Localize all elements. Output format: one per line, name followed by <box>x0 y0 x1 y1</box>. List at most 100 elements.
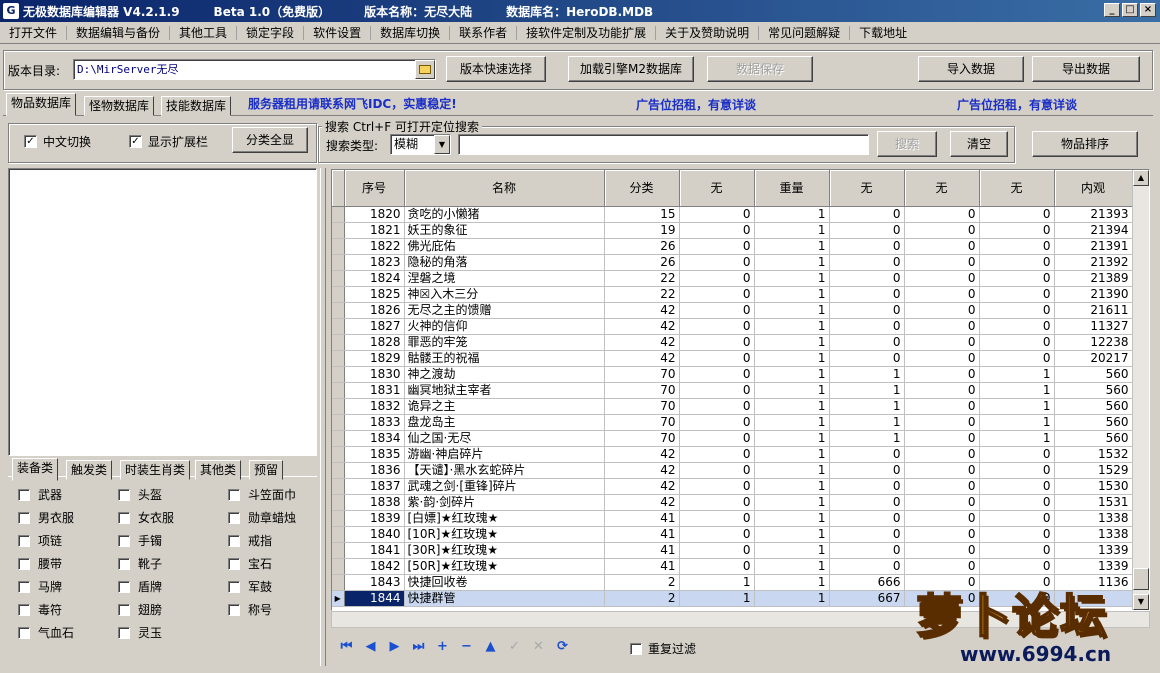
export-button[interactable]: 导出数据 <box>1032 56 1140 82</box>
tab-skill-db[interactable]: 技能数据库 <box>161 96 232 116</box>
column-header[interactable]: 无 <box>829 170 905 207</box>
category-list[interactable] <box>8 168 317 456</box>
table-row[interactable]: 1835 游幽·神启碎片 42 0 1 0 0 0 1532 <box>332 446 1133 463</box>
ad-slot-1[interactable]: 广告位招租，有意详谈 <box>636 96 756 113</box>
search-type-select[interactable]: 模糊 ▼ <box>390 134 451 155</box>
category-checkbox[interactable]: 戒指 <box>228 532 272 549</box>
column-header[interactable]: 序号 <box>344 170 405 207</box>
table-row[interactable]: 1836 【天谴】·黑水玄蛇碎片 42 0 1 0 0 0 1529 <box>332 462 1133 479</box>
category-tab[interactable]: 其他类 <box>195 460 242 480</box>
table-row[interactable]: 1821 妖王的象征 19 0 1 0 0 0 21394 <box>332 222 1133 239</box>
splitter[interactable] <box>320 168 326 666</box>
category-checkbox[interactable]: 灵玉 <box>118 624 162 641</box>
refresh-icon[interactable]: ⟳ <box>554 638 571 655</box>
table-row[interactable]: 1834 仙之国·无尽 70 0 1 1 0 1 560 <box>332 430 1133 447</box>
category-checkbox[interactable]: 马牌 <box>18 578 62 595</box>
tab-item-db[interactable]: 物品数据库 <box>6 93 77 116</box>
menu-item[interactable]: 常见问题解疑 <box>759 23 849 43</box>
clear-button[interactable]: 清空 <box>950 131 1008 157</box>
table-row[interactable]: 1826 无尽之主的馈赠 42 0 1 0 0 0 21611 <box>332 302 1133 319</box>
column-header[interactable]: 名称 <box>404 170 605 207</box>
category-checkbox[interactable]: 翅膀 <box>118 601 162 618</box>
chevron-down-icon[interactable]: ▼ <box>434 135 450 154</box>
column-header[interactable]: 无 <box>904 170 980 207</box>
category-checkbox[interactable]: 勋章蜡烛 <box>228 509 296 526</box>
menu-item[interactable]: 关于及赞助说明 <box>656 23 758 43</box>
table-row[interactable]: 1840 [10R]★红玫瑰★ 41 0 1 0 0 0 1338 <box>332 526 1133 543</box>
table-row[interactable]: 1823 隐秘的角落 26 0 1 0 0 0 21392 <box>332 254 1133 271</box>
category-checkbox[interactable]: 斗笠面巾 <box>228 486 296 503</box>
table-row[interactable]: 1830 神之渡劫 70 0 1 1 0 1 560 <box>332 366 1133 383</box>
category-checkbox[interactable]: 靴子 <box>118 555 162 572</box>
next-record-icon[interactable]: ▶ <box>386 638 403 655</box>
folder-browse-button[interactable] <box>415 60 435 79</box>
table-row[interactable]: 1820 贪吃的小懒猪 15 0 1 0 0 0 21393 <box>332 206 1133 223</box>
category-checkbox[interactable]: 手镯 <box>118 532 162 549</box>
menu-item[interactable]: 数据编辑与备份 <box>67 23 169 43</box>
post-record-icon[interactable]: ✓ <box>506 638 523 655</box>
column-header[interactable]: 无 <box>679 170 755 207</box>
menu-item[interactable]: 其他工具 <box>170 23 236 43</box>
category-checkbox[interactable]: 毒符 <box>18 601 62 618</box>
column-header[interactable]: 无 <box>979 170 1055 207</box>
table-row[interactable]: 1829 骷髅王的祝福 42 0 1 0 0 0 20217 <box>332 350 1133 367</box>
import-button[interactable]: 导入数据 <box>918 56 1024 82</box>
dir-input[interactable]: D:\MirServer无尽 <box>73 59 436 80</box>
item-grid[interactable]: 序号 名称 分类无重量无无无内观 1820 贪吃的小懒猪 15 0 1 0 0 0 21393 1821… <box>331 169 1150 611</box>
prior-record-icon[interactable]: ◀ <box>362 638 379 655</box>
maximize-button[interactable]: □ <box>1122 3 1138 17</box>
chinese-switch-checkbox[interactable]: ✓ 中文切换 <box>24 133 91 150</box>
menu-item[interactable]: 数据库切换 <box>371 23 449 43</box>
minimize-button[interactable]: _ <box>1104 3 1120 17</box>
category-checkbox[interactable]: 头盔 <box>118 486 162 503</box>
category-tab[interactable]: 触发类 <box>66 460 113 480</box>
cancel-record-icon[interactable]: ✕ <box>530 638 547 655</box>
search-button[interactable]: 搜索 <box>877 131 937 157</box>
category-tab[interactable]: 预留 <box>249 460 284 480</box>
table-row[interactable]: 1822 佛光庇佑 26 0 1 0 0 0 21391 <box>332 238 1133 255</box>
show-ext-checkbox[interactable]: ✓ 显示扩展栏 <box>129 133 208 150</box>
table-row[interactable]: 1842 [50R]★红玫瑰★ 41 0 1 0 0 0 1339 <box>332 558 1133 575</box>
category-checkbox[interactable]: 称号 <box>228 601 272 618</box>
table-row[interactable]: 1831 幽冥地狱主宰者 70 0 1 1 0 1 560 <box>332 382 1133 399</box>
menu-item[interactable]: 锁定字段 <box>237 23 303 43</box>
column-header[interactable]: 分类 <box>604 170 680 207</box>
menu-item[interactable]: 联系作者 <box>450 23 516 43</box>
category-tab[interactable]: 时装生肖类 <box>120 460 191 480</box>
ad-slot-2[interactable]: 广告位招租，有意详谈 <box>957 96 1077 113</box>
vertical-scrollbar[interactable]: ▲ ▼ <box>1132 170 1149 610</box>
dup-filter-checkbox[interactable]: 重复过滤 <box>630 640 696 657</box>
sort-items-button[interactable]: 物品排序 <box>1032 131 1138 157</box>
category-checkbox[interactable]: 男衣服 <box>18 509 74 526</box>
menu-item[interactable]: 下载地址 <box>850 23 916 43</box>
load-m2-button[interactable]: 加载引擎M2数据库 <box>568 56 694 82</box>
category-checkbox[interactable]: 项链 <box>18 532 62 549</box>
category-checkbox[interactable]: 军鼓 <box>228 578 272 595</box>
table-row[interactable]: 1841 [30R]★红玫瑰★ 41 0 1 0 0 0 1339 <box>332 542 1133 559</box>
menu-item[interactable]: 接软件定制及功能扩展 <box>517 23 655 43</box>
table-row[interactable]: 1824 涅磐之境 22 0 1 0 0 0 21389 <box>332 270 1133 287</box>
column-header[interactable]: 内观 <box>1054 170 1133 207</box>
category-checkbox[interactable]: 女衣服 <box>118 509 174 526</box>
edit-record-icon[interactable]: ▲ <box>482 638 499 655</box>
show-all-button[interactable]: 分类全显 <box>232 127 308 153</box>
category-checkbox[interactable]: 气血石 <box>18 624 74 641</box>
search-input[interactable] <box>458 134 869 155</box>
tab-monster-db[interactable]: 怪物数据库 <box>84 96 155 116</box>
table-row[interactable]: 1825 神☒入木三分 22 0 1 0 0 0 21390 <box>332 286 1133 303</box>
table-row[interactable]: 1837 武魂之剑·[重锋]碎片 42 0 1 0 0 0 1530 <box>332 478 1133 495</box>
close-button[interactable]: × <box>1140 3 1156 17</box>
category-checkbox[interactable]: 盾牌 <box>118 578 162 595</box>
menu-item[interactable]: 打开文件 <box>0 23 66 43</box>
menu-item[interactable]: 软件设置 <box>304 23 370 43</box>
column-header[interactable]: 重量 <box>754 170 830 207</box>
table-row[interactable]: 1827 火神的信仰 42 0 1 0 0 0 11327 <box>332 318 1133 335</box>
insert-record-icon[interactable]: + <box>434 638 451 655</box>
scroll-up-icon[interactable]: ▲ <box>1133 170 1149 186</box>
quick-select-button[interactable]: 版本快速选择 <box>446 56 546 82</box>
last-record-icon[interactable]: ⏭ <box>410 638 427 655</box>
table-row[interactable]: 1838 紫·韵·剑碎片 42 0 1 0 0 0 1531 <box>332 494 1133 511</box>
table-row[interactable]: 1833 盘龙岛主 70 0 1 1 0 1 560 <box>332 414 1133 431</box>
category-checkbox[interactable]: 腰带 <box>18 555 62 572</box>
table-row[interactable]: 1828 罪恶的牢笼 42 0 1 0 0 0 12238 <box>332 334 1133 351</box>
